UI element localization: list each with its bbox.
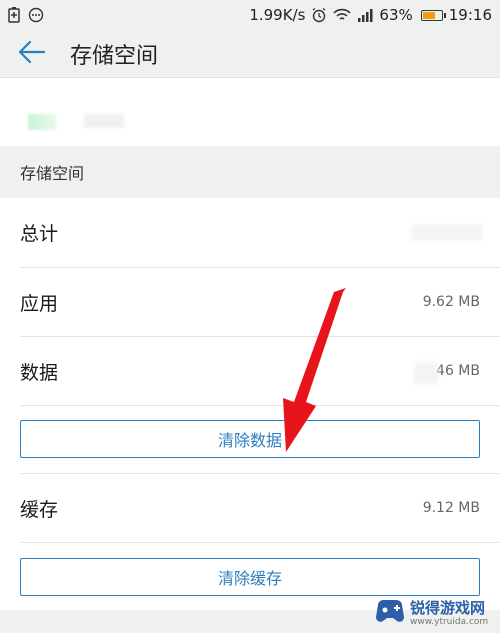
network-speed: 1.99K/s (249, 6, 306, 24)
back-arrow-icon (18, 40, 46, 68)
battery-percent: 63% (379, 6, 413, 24)
clear-data-button[interactable]: 清除数据 (20, 420, 480, 458)
back-button[interactable] (0, 30, 64, 78)
row-cache-label: 缓存 (20, 498, 59, 521)
divider (20, 405, 500, 406)
app-name-redacted (84, 114, 124, 128)
more-notifications-icon (28, 7, 44, 23)
total-value-redacted (412, 225, 482, 241)
wifi-icon (333, 8, 352, 22)
app-info-row (0, 78, 500, 146)
clear-cache-button[interactable]: 清除缓存 (20, 558, 480, 596)
row-apps: 应用 9.62 MB (0, 268, 500, 336)
page-title: 存储空间 (70, 43, 159, 69)
row-data-value: 46 MB (436, 363, 480, 379)
battery-icon (420, 9, 446, 21)
row-data-label: 数据 (20, 361, 59, 384)
clock: 19:16 (448, 6, 492, 24)
section-header: 存储空间 (0, 146, 500, 198)
row-cache: 缓存 9.12 MB (0, 474, 500, 542)
watermark: 锐得游戏网 www.ytruida.com (374, 594, 500, 633)
app-icon (28, 114, 56, 130)
row-cache-value: 9.12 MB (422, 500, 480, 516)
watermark-url: www.ytruida.com (410, 616, 489, 627)
divider (20, 542, 500, 543)
row-total-label: 总计 (20, 222, 59, 245)
data-value-redacted (414, 362, 438, 384)
status-bar: 1.99K/s 63% 19:16 (0, 0, 500, 30)
signal-icon (357, 8, 373, 22)
watermark-logo-icon (374, 597, 406, 631)
watermark-name: 锐得游戏网 (410, 598, 486, 617)
battery-saver-icon (8, 7, 20, 23)
alarm-icon (311, 7, 327, 23)
row-apps-label: 应用 (20, 292, 59, 315)
row-apps-value: 9.62 MB (422, 294, 480, 310)
app-bar: 存储空间 (0, 30, 500, 78)
